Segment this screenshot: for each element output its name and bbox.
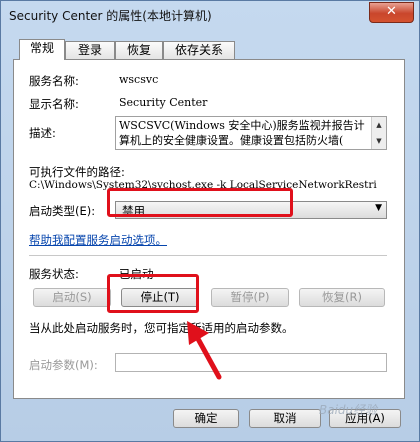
divider: [29, 255, 387, 257]
close-button[interactable]: ✕: [369, 2, 414, 23]
description-label: 描述:: [29, 126, 56, 140]
start-params-hint: 当从此处启动服务时，您可指定所适用的启动参数。: [29, 321, 294, 335]
tab-logon[interactable]: 登录: [65, 41, 115, 59]
display-name-value: Security Center: [119, 96, 208, 109]
startup-type-label: 启动类型(E):: [29, 204, 96, 218]
tab-dependencies[interactable]: 依存关系: [163, 41, 235, 59]
cancel-button[interactable]: 取消: [249, 409, 321, 428]
chevron-down-icon: ▼: [375, 203, 382, 213]
exe-path-label: 可执行文件的路径:: [29, 165, 125, 179]
close-icon: ✕: [386, 4, 397, 19]
display-name-label: 显示名称:: [29, 97, 79, 111]
description-box[interactable]: WSCSVC(Windows 安全中心)服务监视并报告计 算机上的安全健康设置。…: [115, 116, 387, 150]
ok-button[interactable]: 确定: [173, 409, 239, 428]
annotation-box-startup: [107, 188, 293, 217]
resume-button[interactable]: 恢复(R): [299, 288, 385, 307]
start-params-input[interactable]: [115, 353, 387, 372]
properties-dialog: Security Center 的属性(本地计算机) ✕ 常规 登录 恢复 依存…: [0, 0, 420, 442]
start-params-label: 启动参数(M):: [29, 358, 98, 372]
description-text: WSCSVC(Windows 安全中心)服务监视并报告计 算机上的安全健康设置。…: [119, 119, 365, 147]
annotation-arrow-icon: [187, 321, 222, 380]
service-status-label: 服务状态:: [29, 267, 79, 281]
tab-general[interactable]: 常规: [19, 39, 65, 60]
pause-button[interactable]: 暂停(P): [211, 288, 289, 307]
title-bar[interactable]: Security Center 的属性(本地计算机) ✕: [1, 1, 419, 31]
window-title: Security Center 的属性(本地计算机): [9, 9, 212, 23]
scroll-down-icon[interactable]: ▼: [372, 133, 386, 149]
service-name-value: wscsvc: [119, 73, 159, 86]
description-scrollbar[interactable]: ▲ ▼: [371, 117, 386, 149]
watermark: Baidu经验: [319, 403, 378, 417]
help-configure-link[interactable]: 帮助我配置服务启动选项。: [29, 232, 167, 248]
tab-recovery[interactable]: 恢复: [115, 41, 163, 59]
service-name-label: 服务名称:: [29, 74, 79, 88]
annotation-box-stop: [107, 274, 199, 313]
start-button[interactable]: 启动(S): [33, 288, 111, 307]
scroll-up-icon[interactable]: ▲: [372, 117, 386, 133]
